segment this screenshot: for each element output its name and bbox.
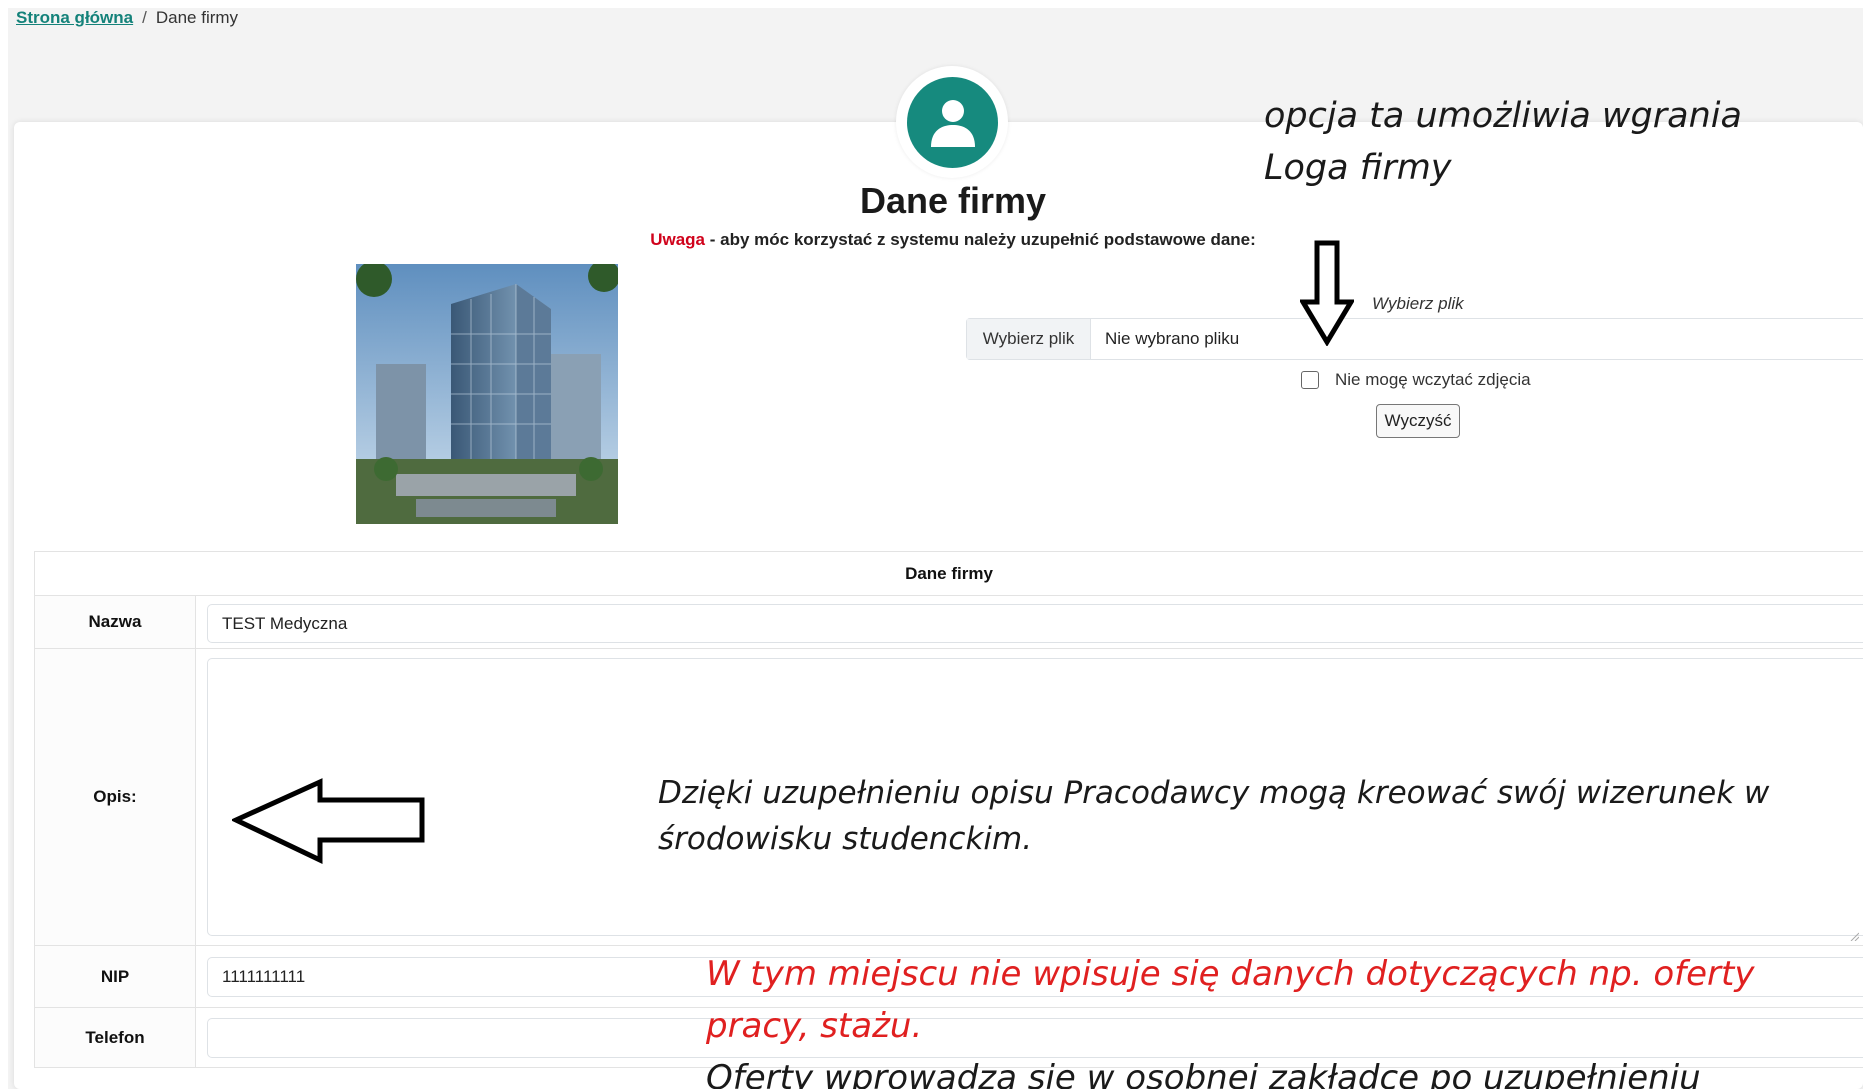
nip-label: NIP bbox=[35, 946, 196, 1007]
warning-text: - aby móc korzystać z systemu należy uzu… bbox=[705, 230, 1256, 249]
form-row-name: Nazwa TEST Medyczna bbox=[34, 596, 1863, 649]
user-icon bbox=[930, 99, 975, 147]
file-name-display: Nie wybrano pliku bbox=[1105, 329, 1240, 348]
warning-label: Uwaga bbox=[650, 230, 706, 249]
description-label: Opis: bbox=[35, 649, 196, 945]
annotation-logo-line1: opcja ta umożliwia wgrania bbox=[1264, 96, 1742, 136]
name-label: Nazwa bbox=[35, 596, 196, 648]
breadcrumb-separator: / bbox=[142, 8, 147, 27]
arrow-left-icon bbox=[232, 778, 425, 864]
file-hint-label: Wybierz plik bbox=[1372, 294, 1464, 313]
breadcrumb-current: Dane firmy bbox=[155, 8, 239, 27]
annotation-logo: opcja ta umożliwia wgrania Loga firmy bbox=[1264, 90, 1742, 194]
no-photo-checkbox-row[interactable]: Nie mogę wczytać zdjęcia bbox=[1301, 370, 1531, 390]
avatar bbox=[907, 77, 998, 168]
file-input[interactable]: Wybierz plik Nie wybrano pliku bbox=[966, 318, 1863, 360]
annotation-warning: W tym miejscu nie wpisuje się danych dot… bbox=[706, 948, 1846, 1052]
arrow-down-icon bbox=[1300, 240, 1354, 346]
form-table-header: Dane firmy bbox=[34, 551, 1863, 596]
phone-label: Telefon bbox=[35, 1008, 196, 1067]
annotation-logo-line2: Loga firmy bbox=[1264, 148, 1452, 188]
annotation-warning-line1: W tym miejscu nie wpisuje się danych dot… bbox=[706, 954, 1755, 994]
annotation-description-line1: Dzięki uzupełnieniu opisu Pracodawcy mog… bbox=[658, 775, 1770, 811]
annotation-warning-line2: pracy, stażu. bbox=[706, 1006, 923, 1046]
choose-file-button[interactable]: Wybierz plik bbox=[967, 319, 1091, 359]
annotation-description: Dzięki uzupełnieniu opisu Pracodawcy mog… bbox=[658, 770, 1798, 862]
company-logo-image bbox=[356, 264, 618, 524]
breadcrumb-home-link[interactable]: Strona główna bbox=[16, 8, 133, 27]
breadcrumb: Strona główna / Dane firmy bbox=[16, 8, 238, 28]
name-input[interactable]: TEST Medyczna bbox=[207, 604, 1863, 643]
annotation-description-line2: środowisku studenckim. bbox=[658, 821, 1033, 857]
no-photo-checkbox[interactable] bbox=[1301, 371, 1319, 389]
warning-message: Uwaga - aby móc korzystać z systemu nale… bbox=[0, 230, 1863, 250]
resize-grip-icon[interactable] bbox=[1849, 931, 1859, 941]
clear-button[interactable]: Wyczyść bbox=[1376, 404, 1460, 438]
annotation-offers: Oferty wprowadza się w osobnej zakładce … bbox=[706, 1058, 1701, 1089]
no-photo-checkbox-label: Nie mogę wczytać zdjęcia bbox=[1335, 370, 1531, 389]
